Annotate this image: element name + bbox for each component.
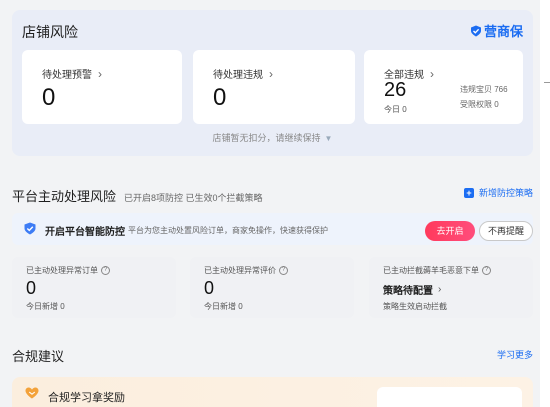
dismiss-button[interactable]: 不再提醒 — [479, 221, 533, 241]
shield-check-icon — [24, 222, 36, 235]
card-label-text: 已主动处理异常订单 — [26, 266, 98, 275]
compliance-title: 合规建议 — [12, 349, 65, 364]
card-value: 0 — [204, 278, 215, 298]
chevron-right-icon: › — [98, 66, 102, 81]
card-label: 已主动处理异常评价? — [204, 265, 288, 276]
stat-label-text: 待处理违规 — [213, 70, 263, 81]
card-label: 已主动拦截薅羊毛恶意下单? — [383, 265, 491, 276]
reward-label: 合规学习拿奖励 — [48, 392, 125, 404]
brand-logo[interactable]: 营商保 — [470, 21, 523, 40]
plus-icon: + — [463, 187, 474, 198]
card-label: 已主动处理异常订单? — [26, 265, 110, 276]
help-icon[interactable]: ? — [101, 266, 110, 275]
configure-strategy-link[interactable]: 策略待配置 › — [383, 282, 441, 297]
right-panel-edge — [540, 0, 550, 407]
card-value: 0 — [26, 278, 37, 298]
shop-risk-title: 店铺风险 — [22, 24, 78, 40]
restricted-permissions: 受限权限 0 — [460, 100, 499, 109]
handled-reviews-card[interactable]: 已主动处理异常评价? 0 今日新增 0 — [190, 257, 354, 318]
platform-section-title: 平台主动处理风险 已开启8项防控 已生效0个拦截策略 — [12, 186, 263, 205]
learn-more-link[interactable]: 学习更多 — [497, 348, 533, 361]
reward-panel — [377, 387, 522, 407]
enable-button[interactable]: 去开启 — [425, 221, 475, 241]
help-icon[interactable]: ? — [482, 266, 491, 275]
card-sub: 策略生效启动拦截 — [383, 302, 447, 311]
add-strategy-label: 新增防控策略 — [478, 188, 533, 198]
stat-value: 0 — [42, 84, 56, 111]
brand-shield-icon — [470, 25, 481, 36]
chevron-down-icon: ▼ — [324, 134, 333, 143]
card-sub: 今日新增 0 — [204, 302, 243, 311]
configure-label: 策略待配置 — [383, 286, 433, 297]
stat-label: 待处理违规 › — [213, 66, 273, 82]
section-note: 已开启8项防控 已生效0个拦截策略 — [124, 193, 263, 203]
stat-value: 0 — [213, 84, 227, 111]
reward-heart-icon — [25, 387, 39, 399]
chevron-right-icon: › — [430, 66, 434, 81]
chevron-right-icon: › — [269, 66, 273, 81]
pending-warning-card[interactable]: 待处理预警 › 0 — [22, 50, 182, 124]
stat-label-text: 待处理预警 — [42, 70, 92, 81]
pending-violation-card[interactable]: 待处理违规 › 0 — [193, 50, 355, 124]
smart-protection-desc: 平台为您主动处置风险订单，商家免操作，快速获得保护 — [128, 226, 328, 235]
smart-protection-banner: 开启平台智能防控 平台为您主动处置风险订单，商家免操作，快速获得保护 去开启 不… — [12, 213, 533, 245]
chevron-right-icon: › — [438, 284, 442, 295]
all-violations-card[interactable]: 全部违规 › 26 今日 0 违规宝贝 766 受限权限 0 — [364, 50, 523, 124]
handled-orders-card[interactable]: 已主动处理异常订单? 0 今日新增 0 — [12, 257, 176, 318]
violating-items: 违规宝贝 766 — [460, 85, 508, 94]
divider — [544, 82, 550, 83]
card-sub: 今日新增 0 — [26, 302, 65, 311]
card-label-text: 已主动处理异常评价 — [204, 266, 276, 275]
help-icon[interactable]: ? — [279, 266, 288, 275]
stat-value: 26 — [384, 79, 407, 101]
smart-protection-name: 开启平台智能防控 — [45, 227, 125, 238]
stat-label: 待处理预警 › — [42, 66, 102, 82]
shop-risk-card: 店铺风险 营商保 待处理预警 › 0 待处理违规 › 0 全部违规 › 26 今日 0… — [12, 10, 533, 156]
compliance-reward-card[interactable]: 合规学习拿奖励 — [12, 377, 533, 407]
card-label-text: 已主动拦截薅羊毛恶意下单 — [383, 266, 479, 275]
no-deduction-notice[interactable]: 店铺暂无扣分，请继续保持 ▼ — [12, 131, 533, 144]
today-count: 今日 0 — [384, 105, 407, 114]
section-heading: 平台主动处理风险 — [12, 189, 117, 204]
notice-text: 店铺暂无扣分，请继续保持 — [212, 133, 321, 143]
brand-name: 营商保 — [483, 24, 523, 39]
blocked-orders-card[interactable]: 已主动拦截薅羊毛恶意下单? 策略待配置 › 策略生效启动拦截 — [369, 257, 533, 318]
add-strategy-link[interactable]: + 新增防控策略 — [463, 186, 533, 199]
